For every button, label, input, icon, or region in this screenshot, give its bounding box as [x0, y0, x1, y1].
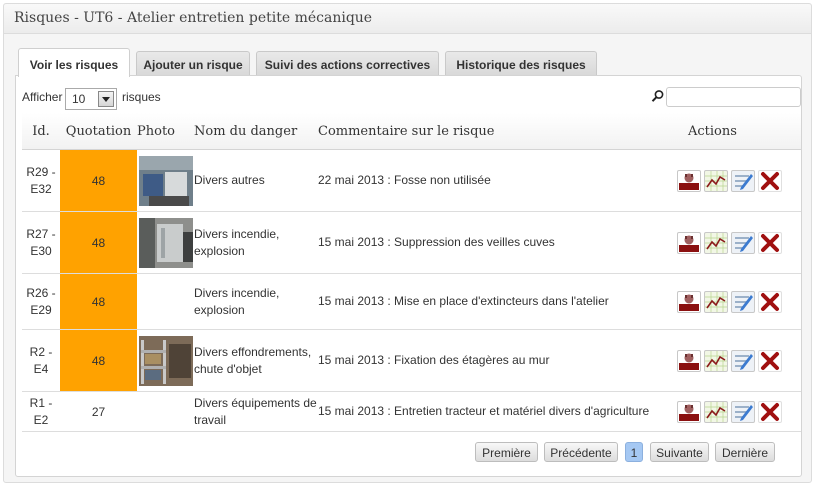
risk-comment: 15 mai 2013 : Suppression des veilles cu…: [318, 211, 653, 274]
col-photo[interactable]: Photo: [137, 113, 194, 150]
risk-id: R29 - E32: [22, 149, 60, 212]
prev-page-button[interactable]: Précédente: [544, 442, 618, 462]
risk-comment: 15 mai 2013 : Fixation des étagères au m…: [318, 329, 653, 392]
risk-photo[interactable]: [137, 211, 194, 274]
delete-icon[interactable]: [758, 231, 782, 254]
risk-id: R26 - E29: [22, 273, 60, 330]
next-page-button[interactable]: Suivante: [650, 442, 709, 462]
photo-thumbnail[interactable]: [139, 217, 193, 268]
risks-panel: Risques - UT6 - Atelier entretien petite…: [3, 3, 812, 483]
tab-content: Afficher 10 risques Id. Quotation Photo …: [15, 75, 802, 477]
delete-icon[interactable]: [758, 169, 782, 192]
risk-quotation: 48: [60, 211, 137, 274]
risk-photo[interactable]: [137, 149, 194, 212]
risk-danger: Divers équipements de travail: [194, 391, 318, 432]
edit-icon[interactable]: [731, 290, 755, 313]
risk-danger: Divers incendie, explosion: [194, 211, 318, 274]
table-header-row: Id. Quotation Photo Nom du danger Commen…: [22, 113, 801, 150]
col-danger[interactable]: Nom du danger: [194, 113, 318, 150]
length-select[interactable]: 10: [65, 88, 117, 110]
tab-historique-risques[interactable]: Historique des risques: [445, 51, 597, 76]
last-page-button[interactable]: Dernière: [715, 442, 775, 462]
edit-icon[interactable]: [731, 349, 755, 372]
risk-evaluation-icon[interactable]: [677, 231, 701, 254]
table-row: R27 - E30 48 Divers incendie, explosion …: [22, 211, 801, 274]
table-row: R26 - E29 48 Divers incendie, explosion …: [22, 273, 801, 330]
col-id[interactable]: Id.: [22, 113, 60, 150]
col-actions: Actions: [653, 113, 801, 150]
delete-icon[interactable]: [758, 349, 782, 372]
search-input[interactable]: [666, 87, 801, 107]
photo-thumbnail[interactable]: [139, 335, 193, 386]
length-label: Afficher: [22, 90, 63, 104]
risk-danger: Divers incendie, explosion: [194, 273, 318, 330]
risk-comment: 22 mai 2013 : Fosse non utilisée: [318, 149, 653, 212]
tab-ajouter-risque[interactable]: Ajouter un risque: [136, 51, 250, 76]
chevron-down-icon[interactable]: [98, 91, 114, 107]
page-title: Risques - UT6 - Atelier entretien petite…: [14, 10, 373, 26]
row-actions: [653, 391, 801, 432]
delete-icon[interactable]: [758, 400, 782, 423]
risk-photo: [137, 391, 194, 432]
risk-danger: Divers autres: [194, 149, 318, 212]
risks-table: Id. Quotation Photo Nom du danger Commen…: [22, 113, 801, 432]
length-value: 10: [72, 92, 86, 106]
panel-header: Risques - UT6 - Atelier entretien petite…: [4, 4, 811, 34]
first-page-button[interactable]: Première: [475, 442, 538, 462]
col-comment[interactable]: Commentaire sur le risque: [318, 113, 653, 150]
risk-comment: 15 mai 2013 : Mise en place d'extincteur…: [318, 273, 653, 330]
delete-icon[interactable]: [758, 290, 782, 313]
photo-thumbnail[interactable]: [139, 155, 193, 206]
table-row: R29 - E32 48 Divers autres 22 mai 2013 :…: [22, 149, 801, 212]
risk-quotation: 27: [60, 391, 137, 432]
row-actions: [653, 273, 801, 330]
risk-quotation: 48: [60, 329, 137, 392]
trend-chart-icon[interactable]: [704, 349, 728, 372]
edit-icon[interactable]: [731, 169, 755, 192]
col-quotation[interactable]: Quotation: [60, 113, 137, 150]
trend-chart-icon[interactable]: [704, 290, 728, 313]
tab-voir-risques[interactable]: Voir les risques: [18, 48, 130, 77]
risk-quotation: 48: [60, 149, 137, 212]
edit-icon[interactable]: [731, 231, 755, 254]
risk-id: R27 - E30: [22, 211, 60, 274]
risk-id: R2 - E4: [22, 329, 60, 392]
records-label: risques: [122, 90, 161, 104]
risk-quotation: 48: [60, 273, 137, 330]
risk-id: R1 - E2: [22, 391, 60, 432]
edit-icon[interactable]: [731, 400, 755, 423]
risk-photo: [137, 273, 194, 330]
risk-photo[interactable]: [137, 329, 194, 392]
trend-chart-icon[interactable]: [704, 231, 728, 254]
risk-evaluation-icon[interactable]: [677, 290, 701, 313]
risk-evaluation-icon[interactable]: [677, 169, 701, 192]
risk-evaluation-icon[interactable]: [677, 400, 701, 423]
row-actions: [653, 329, 801, 392]
row-actions: [653, 149, 801, 212]
current-page-button[interactable]: 1: [625, 442, 643, 462]
table-row: R2 - E4 48 Divers effondrements, chute d…: [22, 329, 801, 392]
search-icon: [651, 90, 664, 102]
trend-chart-icon[interactable]: [704, 169, 728, 192]
risk-evaluation-icon[interactable]: [677, 349, 701, 372]
row-actions: [653, 211, 801, 274]
risk-danger: Divers effondrements, chute d'objet: [194, 329, 318, 392]
table-row: R1 - E2 27 Divers équipements de travail…: [22, 391, 801, 432]
trend-chart-icon[interactable]: [704, 400, 728, 423]
tab-suivi-actions[interactable]: Suivi des actions correctives: [256, 51, 439, 76]
risk-comment: 15 mai 2013 : Entretien tracteur et maté…: [318, 391, 653, 432]
